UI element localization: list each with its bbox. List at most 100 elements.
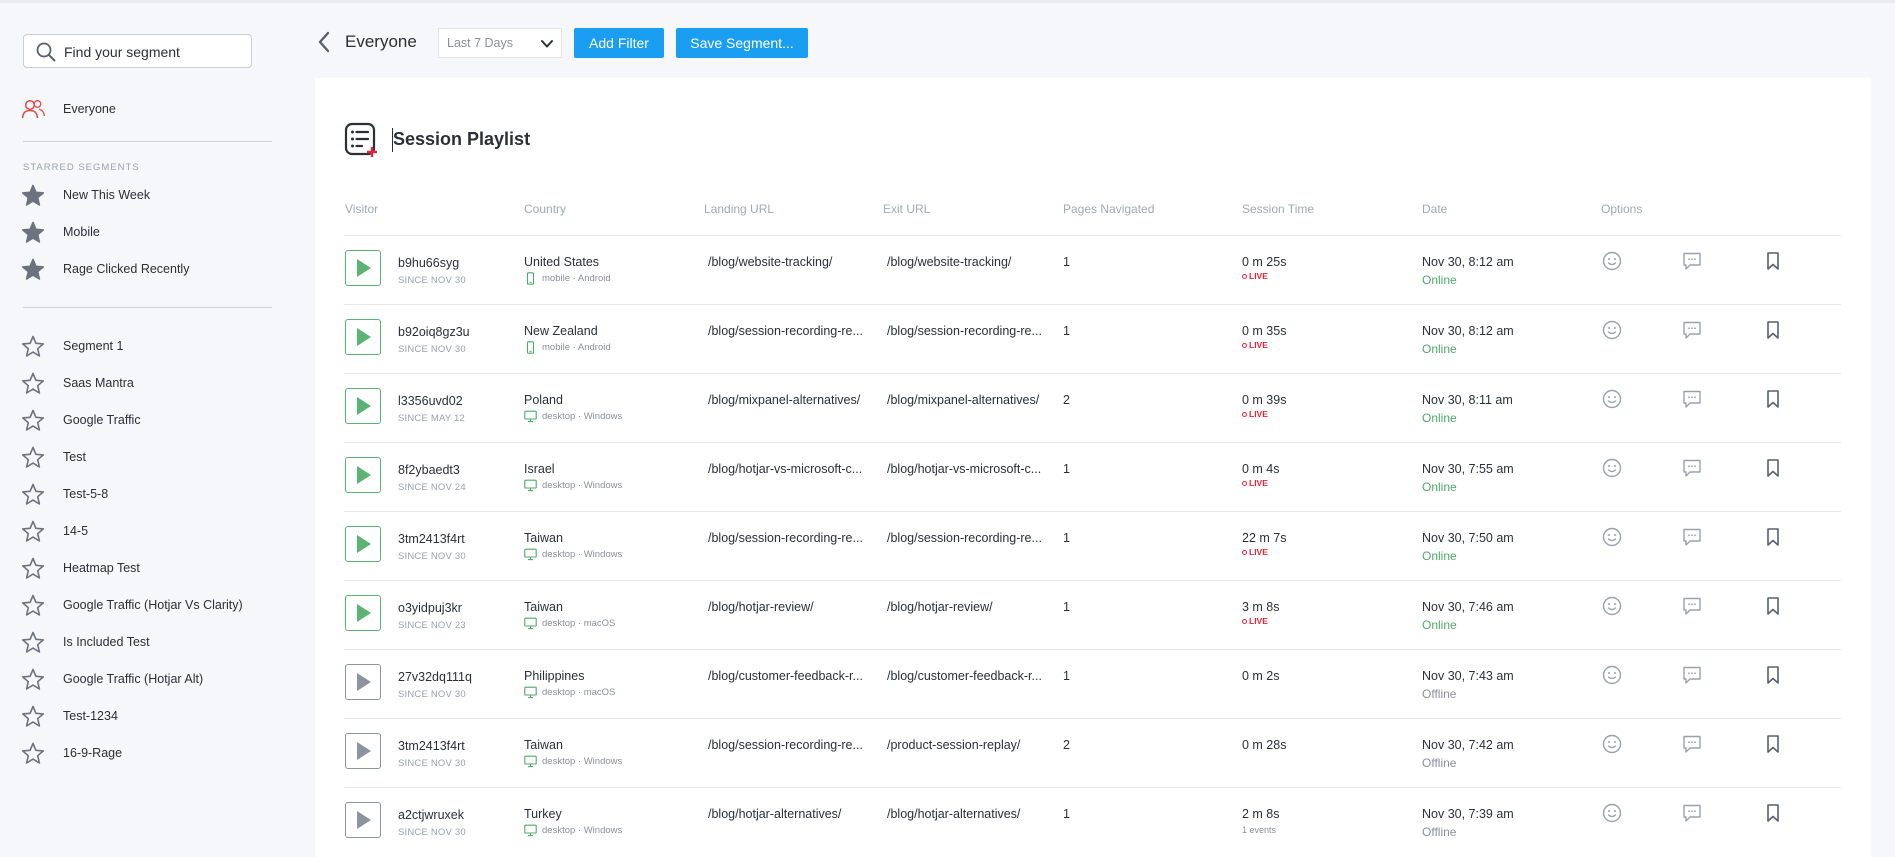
play-button[interactable]	[345, 595, 381, 631]
landing-url[interactable]: /blog/hotjar-vs-microsoft-c...	[708, 462, 862, 476]
play-button[interactable]	[345, 457, 381, 493]
smiley-icon[interactable]	[1601, 733, 1623, 755]
landing-url[interactable]: /blog/session-recording-re...	[708, 324, 863, 338]
star-outline-icon[interactable]	[20, 518, 46, 544]
table-row[interactable]: 27v32dq111q SINCE NOV 30 Philippines deskto…	[315, 650, 1871, 719]
bookmark-icon[interactable]	[1762, 733, 1784, 755]
date-range-select[interactable]: Last 7 Days	[438, 28, 562, 58]
star-outline-icon[interactable]	[20, 481, 46, 507]
table-row[interactable]: a2ctjwruxek SINCE NOV 30 Turkey desktop · W…	[315, 788, 1871, 857]
exit-url[interactable]: /blog/session-recording-re...	[887, 531, 1042, 545]
search-input[interactable]	[62, 41, 246, 63]
visitor-id[interactable]: l3356uvd02	[398, 394, 463, 408]
bookmark-icon[interactable]	[1762, 595, 1784, 617]
star-outline-icon[interactable]	[20, 703, 46, 729]
table-row[interactable]: o3yidpuj3kr SINCE NOV 23 Taiwan desktop · m…	[315, 581, 1871, 650]
star-outline-icon[interactable]	[20, 555, 46, 581]
exit-url[interactable]: /blog/hotjar-vs-microsoft-c...	[887, 462, 1041, 476]
exit-url[interactable]: /product-session-replay/	[887, 738, 1020, 752]
bookmark-icon[interactable]	[1762, 388, 1784, 410]
bookmark-icon[interactable]	[1762, 802, 1784, 824]
bookmark-icon[interactable]	[1762, 250, 1784, 272]
play-button[interactable]	[345, 319, 381, 355]
sidebar-item-everyone[interactable]: Everyone	[20, 94, 116, 124]
visitor-id[interactable]: 27v32dq111q	[398, 670, 472, 684]
back-chevron-icon[interactable]	[315, 30, 333, 54]
play-button[interactable]	[345, 388, 381, 424]
visitor-id[interactable]: b9hu66syg	[398, 256, 459, 270]
landing-url[interactable]: /blog/session-recording-re...	[708, 738, 863, 752]
landing-url[interactable]: /blog/website-tracking/	[708, 255, 832, 269]
segment-search[interactable]	[23, 34, 252, 68]
sidebar-item-segment[interactable]: 14-5	[20, 516, 88, 546]
smiley-icon[interactable]	[1601, 388, 1623, 410]
star-outline-icon[interactable]	[20, 370, 46, 396]
visitor-id[interactable]: 3tm2413f4rt	[398, 739, 465, 753]
smiley-icon[interactable]	[1601, 319, 1623, 341]
landing-url[interactable]: /blog/mixpanel-alternatives/	[708, 393, 860, 407]
table-row[interactable]: 8f2ybaedt3 SINCE NOV 24 Israel desktop · Wi…	[315, 443, 1871, 512]
sidebar-item-segment[interactable]: Segment 1	[20, 331, 123, 361]
add-filter-button[interactable]: Add Filter	[574, 28, 664, 58]
star-outline-icon[interactable]	[20, 740, 46, 766]
visitor-id[interactable]: 8f2ybaedt3	[398, 463, 460, 477]
smiley-icon[interactable]	[1601, 526, 1623, 548]
smiley-icon[interactable]	[1601, 802, 1623, 824]
comment-icon[interactable]	[1681, 733, 1703, 755]
star-outline-icon[interactable]	[20, 444, 46, 470]
comment-icon[interactable]	[1681, 526, 1703, 548]
smiley-icon[interactable]	[1601, 664, 1623, 686]
bookmark-icon[interactable]	[1762, 664, 1784, 686]
sidebar-item-segment[interactable]: Is Included Test	[20, 627, 150, 657]
sidebar-item-segment[interactable]: Saas Mantra	[20, 368, 134, 398]
comment-icon[interactable]	[1681, 802, 1703, 824]
table-row[interactable]: b92oiq8gz3u SINCE NOV 30 New Zealand mobile…	[315, 305, 1871, 374]
sidebar-item-segment[interactable]: Google Traffic (Hotjar Alt)	[20, 664, 203, 694]
star-outline-icon[interactable]	[20, 333, 46, 359]
landing-url[interactable]: /blog/customer-feedback-r...	[708, 669, 863, 683]
play-button[interactable]	[345, 733, 381, 769]
comment-icon[interactable]	[1681, 388, 1703, 410]
save-segment-button[interactable]: Save Segment...	[676, 28, 808, 58]
smiley-icon[interactable]	[1601, 595, 1623, 617]
star-outline-icon[interactable]	[20, 407, 46, 433]
sidebar-item-starred-segment[interactable]: New This Week	[20, 180, 150, 210]
visitor-id[interactable]: a2ctjwruxek	[398, 808, 464, 822]
sidebar-item-segment[interactable]: Test-1234	[20, 701, 118, 731]
sidebar-item-segment[interactable]: Google Traffic	[20, 405, 141, 435]
comment-icon[interactable]	[1681, 664, 1703, 686]
exit-url[interactable]: /blog/customer-feedback-r...	[887, 669, 1042, 683]
play-button[interactable]	[345, 802, 381, 838]
comment-icon[interactable]	[1681, 319, 1703, 341]
visitor-id[interactable]: o3yidpuj3kr	[398, 601, 462, 615]
star-outline-icon[interactable]	[20, 629, 46, 655]
star-outline-icon[interactable]	[20, 666, 46, 692]
table-row[interactable]: 3tm2413f4rt SINCE NOV 30 Taiwan desktop · W…	[315, 512, 1871, 581]
visitor-id[interactable]: b92oiq8gz3u	[398, 325, 470, 339]
exit-url[interactable]: /blog/session-recording-re...	[887, 324, 1042, 338]
landing-url[interactable]: /blog/hotjar-alternatives/	[708, 807, 841, 821]
star-filled-icon[interactable]	[20, 256, 46, 282]
table-row[interactable]: 3tm2413f4rt SINCE NOV 30 Taiwan desktop · W…	[315, 719, 1871, 788]
bookmark-icon[interactable]	[1762, 319, 1784, 341]
table-row[interactable]: l3356uvd02 SINCE MAY 12 Poland desktop · Wi…	[315, 374, 1871, 443]
bookmark-icon[interactable]	[1762, 457, 1784, 479]
play-button[interactable]	[345, 250, 381, 286]
exit-url[interactable]: /blog/hotjar-alternatives/	[887, 807, 1020, 821]
play-button[interactable]	[345, 664, 381, 700]
sidebar-item-segment[interactable]: Google Traffic (Hotjar Vs Clarity)	[20, 590, 243, 620]
comment-icon[interactable]	[1681, 457, 1703, 479]
visitor-id[interactable]: 3tm2413f4rt	[398, 532, 465, 546]
sidebar-item-starred-segment[interactable]: Mobile	[20, 217, 100, 247]
comment-icon[interactable]	[1681, 250, 1703, 272]
exit-url[interactable]: /blog/hotjar-review/	[887, 600, 993, 614]
sidebar-item-segment[interactable]: 16-9-Rage	[20, 738, 122, 768]
landing-url[interactable]: /blog/hotjar-review/	[708, 600, 814, 614]
comment-icon[interactable]	[1681, 595, 1703, 617]
sidebar-item-segment[interactable]: Heatmap Test	[20, 553, 140, 583]
play-button[interactable]	[345, 526, 381, 562]
landing-url[interactable]: /blog/session-recording-re...	[708, 531, 863, 545]
sidebar-item-starred-segment[interactable]: Rage Clicked Recently	[20, 254, 189, 284]
star-filled-icon[interactable]	[20, 182, 46, 208]
smiley-icon[interactable]	[1601, 250, 1623, 272]
